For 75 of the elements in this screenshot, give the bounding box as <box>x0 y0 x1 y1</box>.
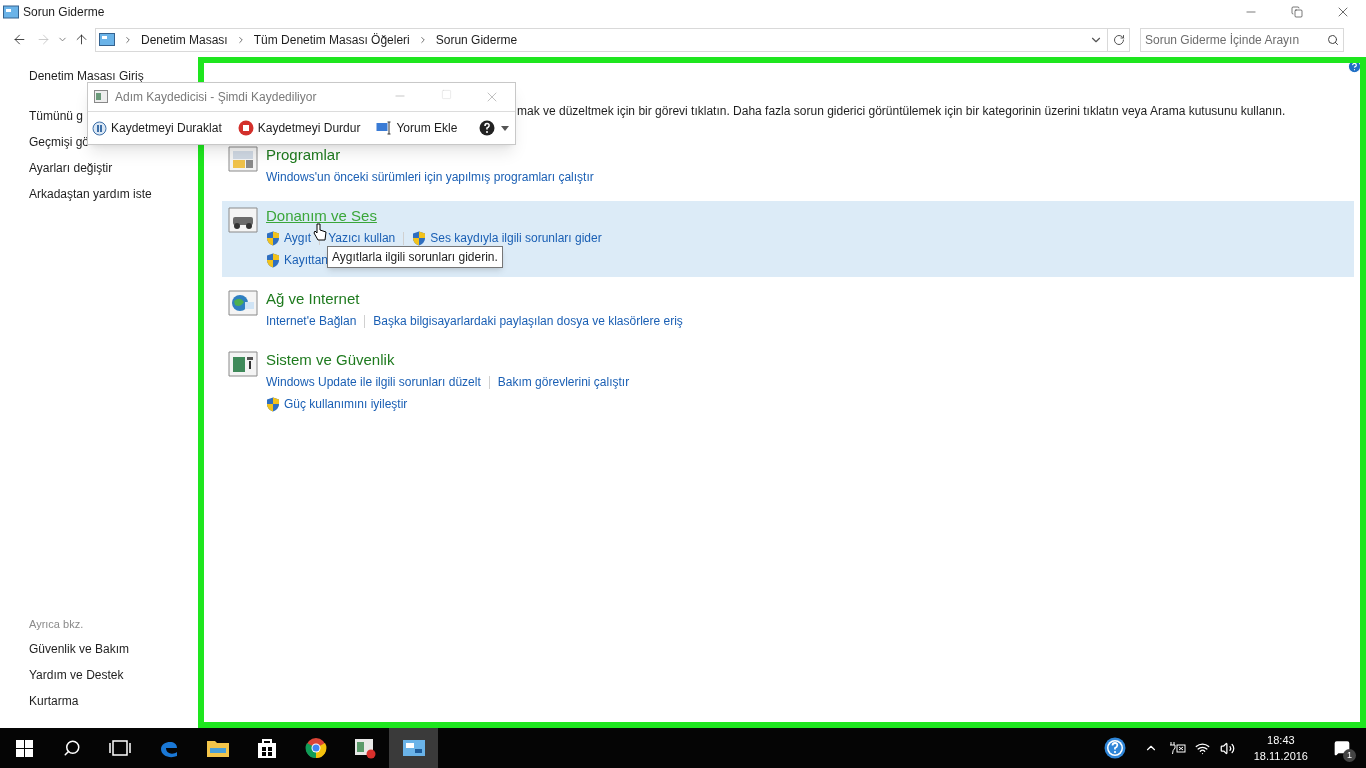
recorder-icon <box>94 90 110 104</box>
task-link[interactable]: Internet'e Bağlan <box>266 312 357 330</box>
search-icon <box>1327 33 1339 46</box>
clock[interactable]: 18:43 18.11.2016 <box>1253 732 1308 764</box>
stop-icon <box>237 120 254 136</box>
system-category-icon <box>228 351 258 377</box>
shield-icon <box>266 252 280 268</box>
breadcrumb-separator-icon <box>123 34 133 45</box>
refresh-icon <box>1112 33 1125 46</box>
task-link[interactable]: Başka bilgisayarlardaki paylaşılan dosya ve klasörlere eriş <box>373 312 683 330</box>
task-link[interactable]: Ses kaydıyla ilgili sorunları gider <box>430 229 602 247</box>
volume-icon[interactable] <box>1219 740 1235 756</box>
shield-icon <box>412 230 427 246</box>
help-icon <box>479 120 495 136</box>
task-view-icon <box>109 740 131 756</box>
recorder-icon <box>353 737 376 759</box>
restore-icon <box>1291 6 1303 18</box>
taskbar-app-button[interactable] <box>389 728 438 768</box>
control-panel-icon <box>401 738 426 758</box>
task-link[interactable]: Windows Update ile ilgili sorunları düzelt <box>266 373 481 391</box>
address-bar[interactable]: Denetim Masası Tüm Denetim Masası Öğeleri Sorun Giderme <box>95 27 1108 52</box>
category-title[interactable]: Ağ ve Internet <box>266 290 683 308</box>
control-panel-icon <box>3 5 19 19</box>
mouse-pointer-icon <box>313 223 327 241</box>
window-title: Sorun Giderme <box>23 4 105 21</box>
control-panel-icon <box>99 33 115 46</box>
round-browser-icon <box>304 737 327 759</box>
sidebar-link[interactable]: Arkadaştan yardım iste <box>29 185 152 203</box>
category-title[interactable]: Sistem ve Güvenlik <box>266 351 630 369</box>
recorder-toolbar-button[interactable]: Kaydetmeyi Duraklat <box>92 119 222 137</box>
comment-screen-icon <box>376 121 393 135</box>
task-link[interactable]: Yazıcı kullan <box>328 229 396 247</box>
recorder-toolbar-button[interactable]: Kaydetmeyi Durdur <box>237 119 361 137</box>
task-link[interactable]: Güç kullanımını iyileştir <box>284 395 408 413</box>
search-icon <box>63 739 81 757</box>
see-also-link[interactable]: Güvenlik ve Bakım <box>29 640 130 658</box>
task-link[interactable]: Windows'un önceki sürümleri için yapılmış programları çalıştır <box>266 168 594 186</box>
sidebar-link[interactable]: Denetim Masası Giriş <box>29 67 144 85</box>
refresh-button[interactable] <box>1108 27 1130 52</box>
recorder-toolbar-button[interactable]: Yorum Ekle <box>376 119 458 137</box>
clock-date: 18.11.2016 <box>1253 749 1308 764</box>
power-plug-icon[interactable] <box>1167 741 1186 755</box>
clock-time: 18:43 <box>1267 733 1295 748</box>
tooltip: Aygıtlarla ilgili sorunları giderin. <box>327 246 503 268</box>
recorder-title: Adım Kaydedicisi - Şimdi Kaydediliyor <box>115 89 317 106</box>
hardware-category-icon <box>228 207 258 233</box>
breadcrumb[interactable]: Denetim Masası <box>141 30 228 49</box>
see-also-link[interactable]: Yardım ve Destek <box>29 666 124 684</box>
help-icon <box>1103 737 1126 759</box>
help-button[interactable] <box>479 120 509 136</box>
task-link[interactable]: Aygıt <box>284 229 312 247</box>
sidebar-link[interactable]: Tümünü g <box>29 107 84 125</box>
shield-icon <box>266 396 280 412</box>
breadcrumb[interactable]: Tüm Denetim Masası Öğeleri <box>253 30 410 49</box>
forward-arrow-icon <box>35 32 51 47</box>
dropdown-arrow-icon <box>501 125 509 131</box>
pause-icon <box>92 120 107 136</box>
wifi-icon[interactable] <box>1194 740 1210 756</box>
description-text: mak ve düzeltmek için bir görevi tıklatın. Daha fazla sorun giderici görüntülemek için bir kategorinin üzerini tıklatın veya Arama kutusunu kullanın. <box>516 103 1287 120</box>
maximize-icon <box>440 89 452 100</box>
see-also-heading: Ayrıca bkz. <box>29 616 84 632</box>
shopping-bag-icon <box>256 737 277 759</box>
shield-icon <box>266 230 280 246</box>
category-title[interactable]: Programlar <box>266 146 594 164</box>
windows-logo-icon <box>15 739 33 757</box>
network-category-icon <box>228 290 258 316</box>
notification-count: 1 <box>1343 749 1356 762</box>
task-link[interactable]: Bakım görevlerini çalıştır <box>497 373 630 391</box>
sidebar-link[interactable]: Ayarları değiştir <box>29 159 113 177</box>
task-link[interactable]: Kayıttan <box>284 251 329 269</box>
see-also-link[interactable]: Kurtarma <box>29 692 79 710</box>
notifications-button[interactable]: 1 <box>1322 728 1362 768</box>
search-field[interactable]: Sorun Giderme İçinde Arayın <box>1140 27 1344 52</box>
breadcrumb[interactable]: Sorun Giderme <box>435 30 518 49</box>
folder-icon <box>205 738 230 758</box>
